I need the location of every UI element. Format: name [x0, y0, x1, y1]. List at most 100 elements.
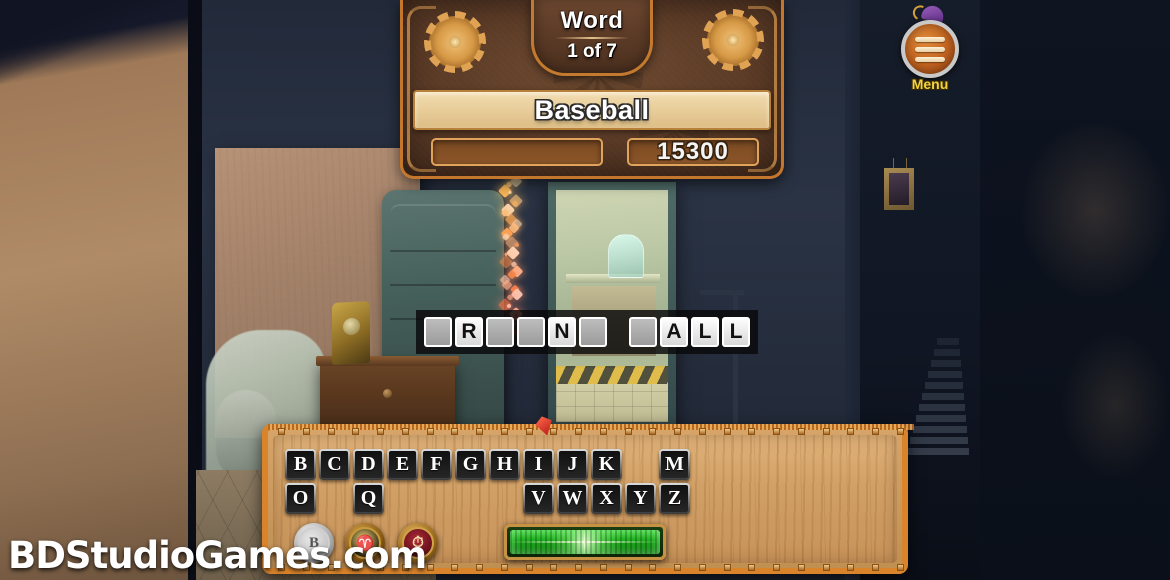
key-label: O [287, 485, 314, 512]
panel-rivet [426, 427, 434, 435]
menu-line [915, 46, 945, 52]
panel-rivet [896, 427, 904, 435]
panel-rivet [500, 427, 508, 435]
top-hud-panel: Word 1 of 7 Baseball 15300 [400, 0, 784, 179]
key-label: I [525, 451, 552, 478]
cabinet-seam [390, 250, 496, 252]
stair-step [937, 338, 959, 345]
panel-rivet [649, 427, 657, 435]
key-x[interactable]: X [591, 483, 622, 514]
hamburger-menu-icon[interactable] [901, 20, 959, 78]
key-label: H [491, 451, 518, 478]
key-m[interactable]: M [659, 449, 690, 480]
panel-rivet [599, 427, 607, 435]
key-label: B [287, 451, 314, 478]
panel-rivet [500, 563, 508, 571]
current-word-text: Baseball [534, 94, 650, 125]
key-label: D [355, 451, 382, 478]
hazard-stripe [556, 366, 668, 384]
stair-step [919, 404, 965, 411]
panel-rivet [525, 427, 533, 435]
keyboard-row-2: O Q VWXYZ [285, 483, 690, 514]
energy-spark [584, 530, 586, 554]
panel-rivet [476, 563, 483, 571]
score-value: 15300 [657, 138, 729, 165]
badge-divider [555, 36, 629, 39]
answer-tile-revealed: R [455, 317, 483, 347]
key-z[interactable]: Z [659, 483, 690, 514]
key-label: C [321, 451, 348, 478]
key-c[interactable]: C [319, 449, 350, 480]
keyboard-gap [489, 483, 520, 514]
energy-meter[interactable] [504, 524, 666, 560]
answer-word-tiles: RNALL [416, 310, 758, 354]
panel-rivet [575, 563, 582, 571]
key-label: G [457, 451, 484, 478]
key-w[interactable]: W [557, 483, 588, 514]
key-label: V [525, 485, 552, 512]
key-o[interactable]: O [285, 483, 316, 514]
menu-button[interactable]: Menu [898, 3, 962, 92]
key-label: Q [355, 485, 382, 512]
answer-tile-hidden [486, 317, 514, 347]
panel-rivet [525, 563, 533, 571]
key-d[interactable]: D [353, 449, 384, 480]
glass-dome-exhibit [608, 234, 644, 278]
framed-picture [884, 168, 914, 210]
mantel-clock [332, 301, 370, 365]
gear-icon [429, 16, 481, 68]
dresser-knob [383, 389, 392, 398]
key-label: Z [661, 485, 688, 512]
stair-step [910, 437, 968, 444]
word-counter-badge: Word 1 of 7 [531, 0, 653, 76]
answer-tile-hidden [424, 317, 452, 347]
panel-rivet [377, 427, 384, 435]
stair-step [934, 349, 960, 356]
key-q[interactable]: Q [353, 483, 384, 514]
right-light-glow [1020, 120, 1170, 300]
progress-bar [431, 138, 603, 166]
key-label: K [593, 451, 620, 478]
panel-rivet [723, 563, 731, 571]
key-e[interactable]: E [387, 449, 418, 480]
panel-rivet [401, 427, 409, 435]
panel-rivet [847, 427, 855, 435]
answer-word-space [610, 317, 626, 347]
answer-tile-revealed: L [691, 317, 719, 347]
key-v[interactable]: V [523, 483, 554, 514]
stair-step [922, 393, 964, 400]
panel-rivet [649, 563, 657, 571]
key-h[interactable]: H [489, 449, 520, 480]
key-j[interactable]: J [557, 449, 588, 480]
panel-rivet [550, 563, 558, 571]
key-k[interactable]: K [591, 449, 622, 480]
key-label: J [559, 451, 586, 478]
panel-rivet [748, 563, 756, 571]
key-i[interactable]: I [523, 449, 554, 480]
panel-rivets-top [268, 427, 914, 435]
panel-rivet [575, 427, 582, 435]
word-count: 1 of 7 [567, 40, 617, 62]
key-label: M [661, 451, 688, 478]
keyboard-gap [387, 483, 418, 514]
key-f[interactable]: F [421, 449, 452, 480]
right-light-glow [1060, 330, 1170, 480]
key-b[interactable]: B [285, 449, 316, 480]
keyboard-gap [319, 483, 350, 514]
menu-line [915, 56, 945, 62]
panel-rivet [550, 427, 558, 435]
panel-rivet [624, 563, 632, 571]
key-g[interactable]: G [455, 449, 486, 480]
answer-tile-revealed: A [660, 317, 688, 347]
keyboard-row-1: BCDEFGHIJK M [285, 449, 690, 480]
keyboard-gap [421, 483, 452, 514]
key-label: Y [627, 485, 654, 512]
panel-rivet [476, 427, 483, 435]
menu-label: Menu [911, 76, 949, 92]
panel-rivet [822, 427, 830, 435]
panel-rivet [599, 563, 607, 571]
panel-rivet [872, 563, 879, 571]
current-word-display: Baseball [413, 90, 771, 130]
menu-line [915, 36, 945, 42]
key-y[interactable]: Y [625, 483, 656, 514]
